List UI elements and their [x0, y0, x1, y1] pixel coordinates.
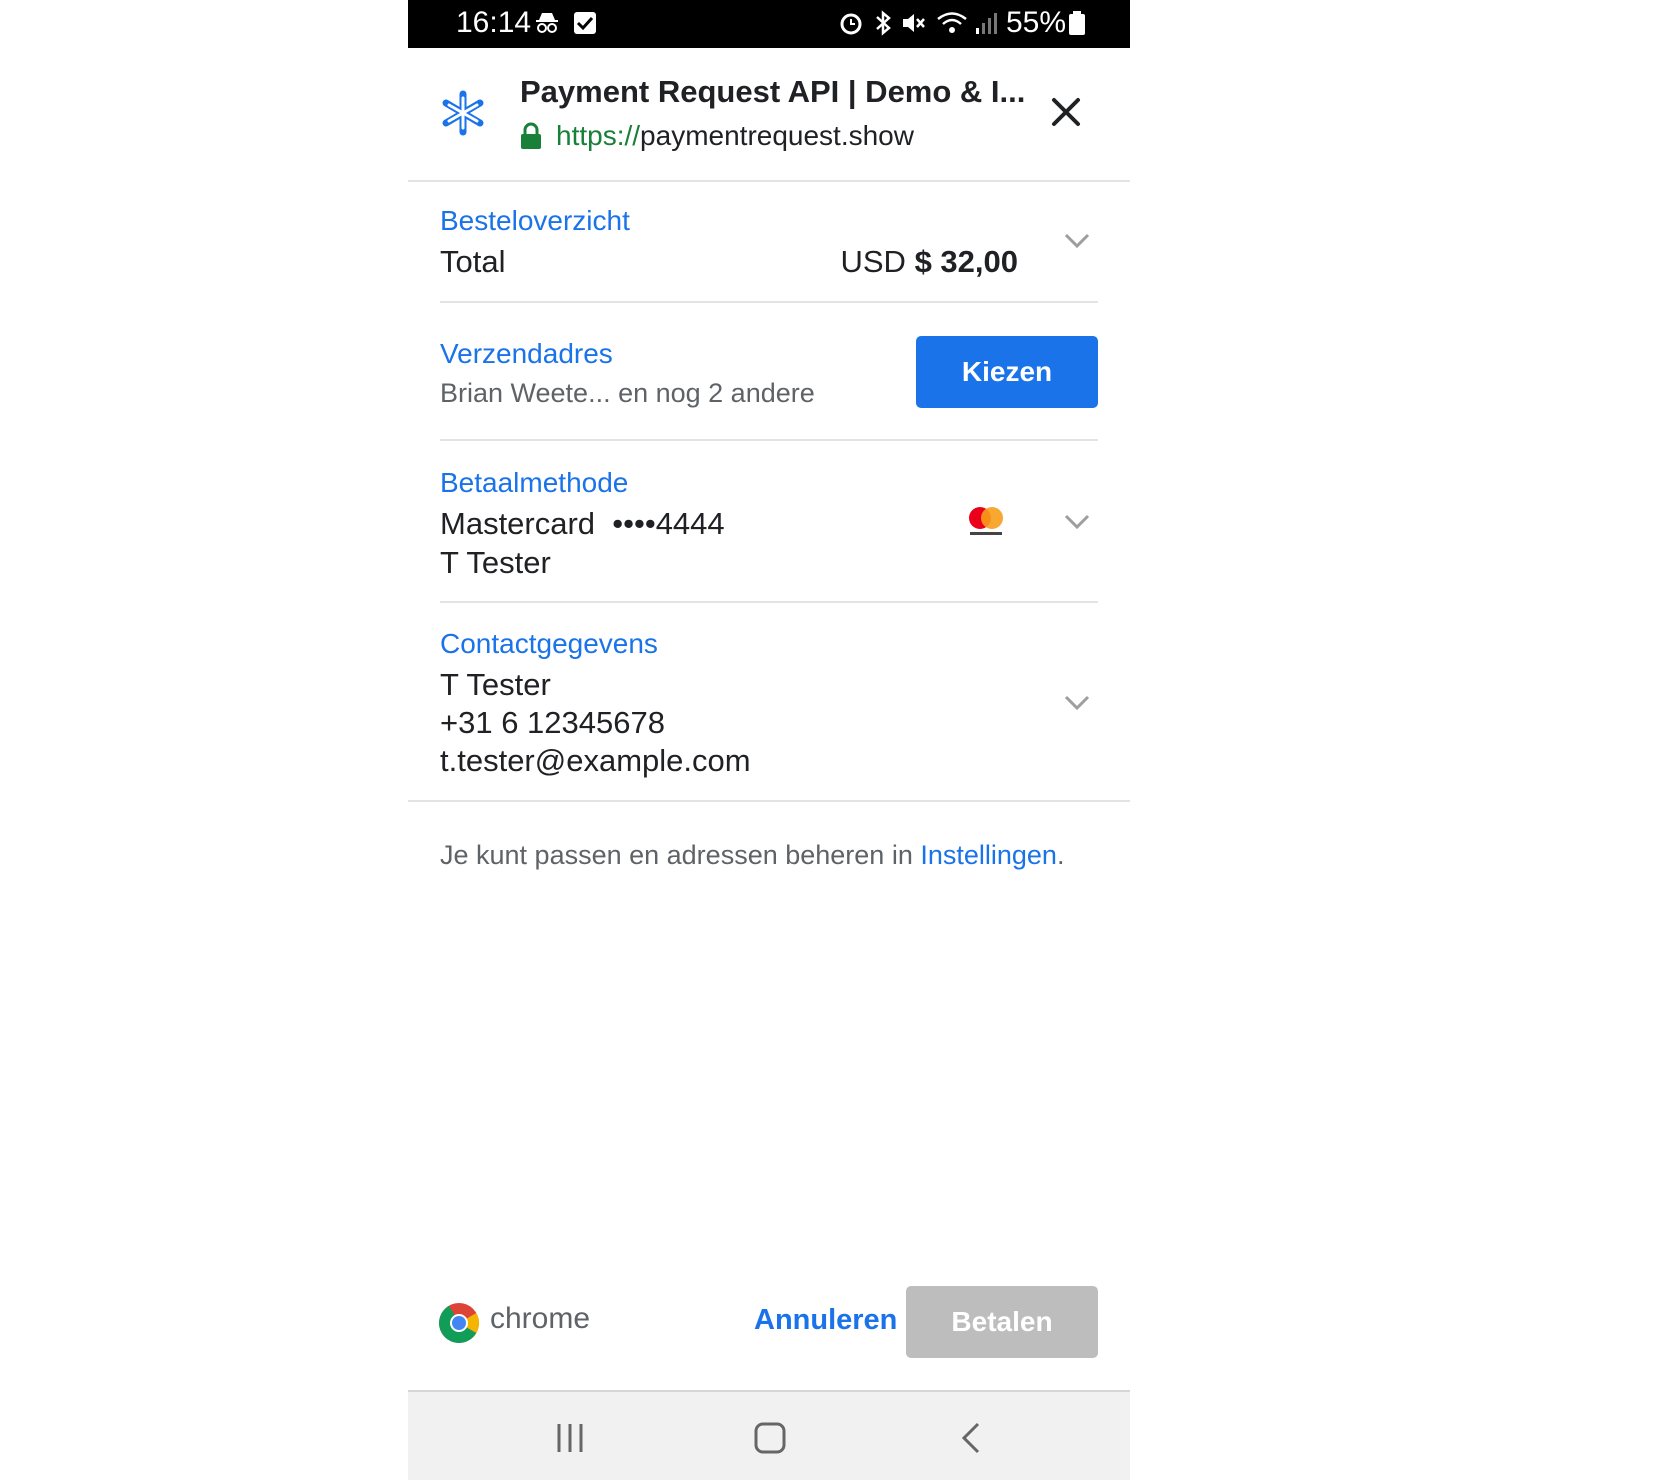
shipping-summary: Brian Weete... en nog 2 andere — [440, 378, 815, 408]
mute-icon — [903, 14, 925, 32]
wifi-icon — [937, 12, 967, 33]
signal-icon — [976, 13, 997, 34]
pay-button[interactable]: Betalen — [906, 1286, 1098, 1358]
alarm-icon — [840, 13, 862, 35]
back-icon[interactable] — [954, 1420, 990, 1456]
contact-email: t.tester@example.com — [440, 743, 751, 778]
settings-link[interactable]: Instellingen — [920, 840, 1057, 870]
card-holder: T Tester — [440, 545, 551, 580]
divider — [408, 800, 1130, 802]
battery-percentage: 55% — [1006, 6, 1067, 39]
divider — [440, 301, 1098, 303]
cancel-button[interactable]: Annuleren — [754, 1304, 897, 1337]
recent-apps-icon[interactable] — [552, 1420, 588, 1456]
battery-icon — [1069, 11, 1085, 35]
chevron-down-icon[interactable] — [1063, 513, 1091, 531]
choose-address-button[interactable]: Kiezen — [916, 336, 1098, 408]
chevron-down-icon[interactable] — [1063, 232, 1091, 250]
site-url: https://paymentrequest.show — [556, 120, 914, 152]
payment-method-title: Betaalmethode — [440, 467, 629, 498]
bluetooth-icon — [876, 10, 891, 36]
total-value: $ 32,00 — [914, 244, 1018, 279]
divider — [440, 439, 1098, 441]
android-nav-bar — [408, 1390, 1130, 1480]
url-host: paymentrequest.show — [640, 120, 914, 151]
chrome-brand-text: chrome — [490, 1302, 591, 1335]
shipping-title: Verzendadres — [440, 338, 613, 369]
card-number: ••••4444 — [612, 506, 725, 541]
home-icon[interactable] — [752, 1420, 788, 1456]
settings-note-text: Je kunt passen en adressen beheren in — [440, 840, 921, 870]
page-title: Payment Request API | Demo & I... — [520, 74, 1026, 109]
settings-note: Je kunt passen en adressen beheren in In… — [440, 840, 1064, 871]
divider — [440, 601, 1098, 603]
status-bar: 16:14 55% — [408, 0, 1130, 48]
mastercard-icon — [969, 507, 1003, 535]
order-summary-title: Besteloverzicht — [440, 205, 630, 236]
chrome-logo-icon — [439, 1303, 479, 1343]
sheet-header: Payment Request API | Demo & I... https:… — [408, 48, 1130, 182]
status-time: 16:14 — [456, 6, 532, 39]
total-label: Total — [440, 244, 506, 279]
contact-name: T Tester — [440, 667, 551, 702]
settings-note-end: . — [1056, 840, 1065, 870]
card-brand: Mastercard — [440, 506, 596, 541]
total-amount: USD $ 32,00 — [840, 244, 1018, 280]
lock-icon — [521, 122, 541, 149]
incognito-icon — [536, 13, 558, 33]
payment-sheet: 16:14 55% Payment Request API | Demo & I… — [408, 0, 1130, 1480]
checkbox-icon — [574, 12, 596, 34]
card-line: Mastercard ••••4444 — [440, 506, 725, 542]
contact-phone: +31 6 12345678 — [440, 705, 665, 740]
chevron-down-icon[interactable] — [1063, 694, 1091, 712]
total-currency: USD — [840, 244, 906, 279]
url-scheme: https:// — [556, 120, 641, 151]
close-icon[interactable] — [1044, 90, 1088, 134]
contact-title: Contactgegevens — [440, 628, 658, 659]
asterisk-logo-icon — [442, 90, 484, 136]
